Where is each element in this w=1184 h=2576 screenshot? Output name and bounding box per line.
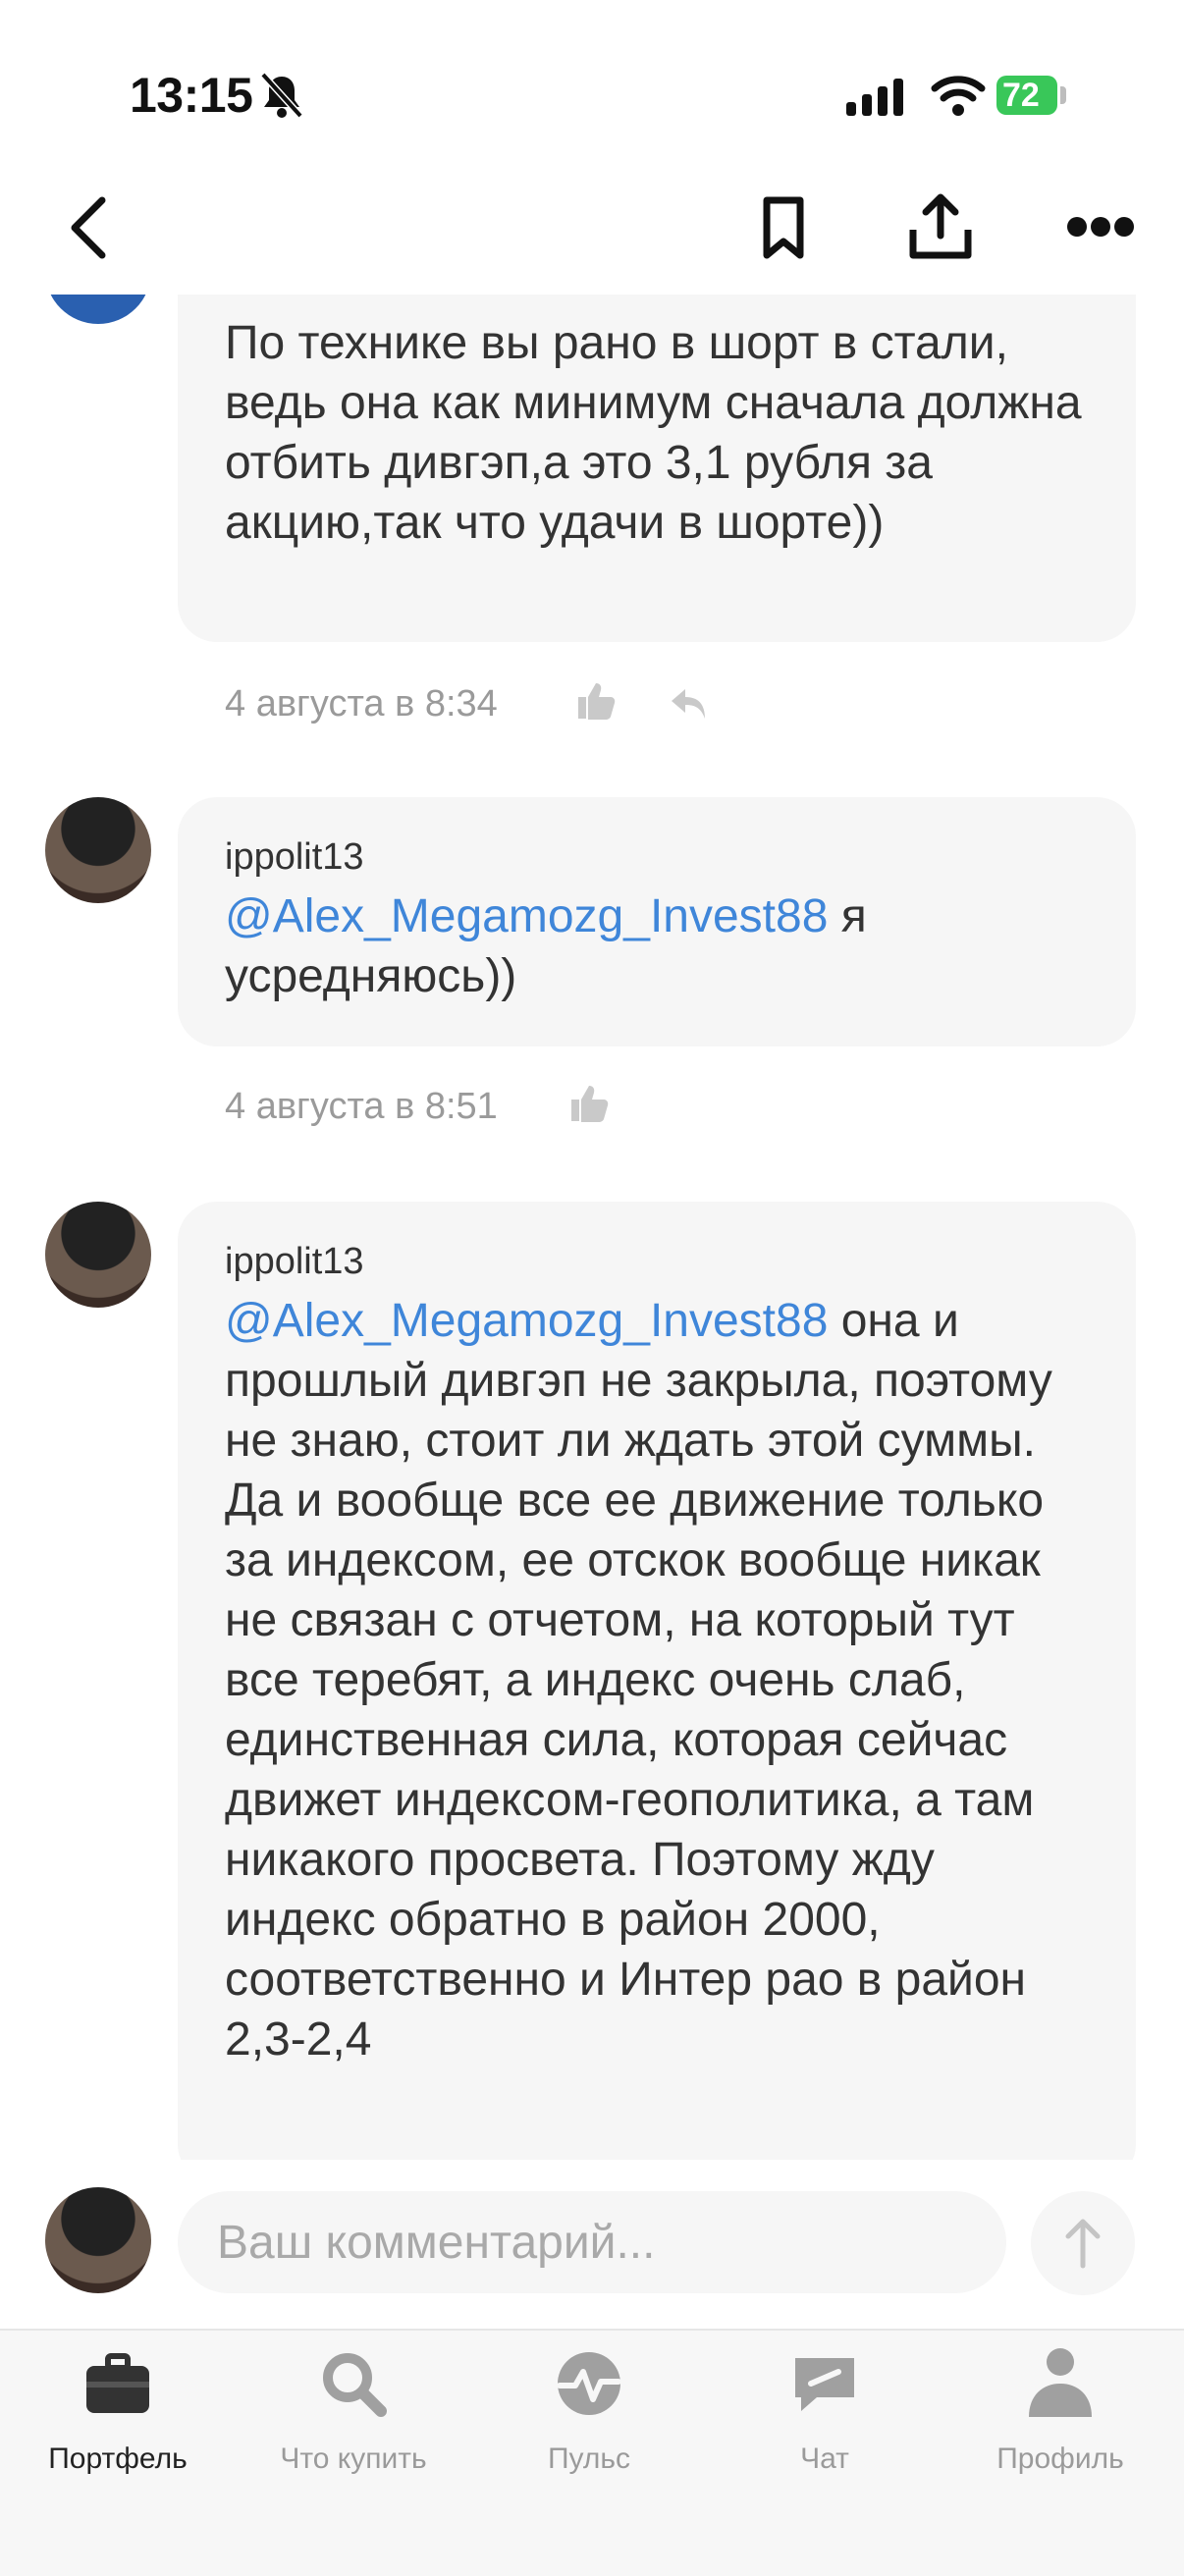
like-icon[interactable] — [574, 679, 618, 723]
wifi-icon — [931, 76, 986, 116]
battery-level: 72 — [996, 76, 1057, 115]
status-time: 13:15 — [130, 68, 253, 123]
bookmark-icon[interactable] — [761, 196, 806, 259]
tab-label: Профиль — [996, 2442, 1124, 2475]
comment-bubble: По технике вы рано в шорт в стали, ведь … — [178, 295, 1136, 642]
comment-bubble: ippolit13 @Alex_Megamozg_Invest88 она и … — [178, 1202, 1136, 2160]
bell-muted-icon — [260, 72, 303, 119]
comment-date: 4 августа в 8:51 — [225, 1086, 498, 1127]
avatar[interactable] — [45, 797, 151, 903]
search-icon — [323, 2353, 387, 2417]
profile-icon — [1029, 2348, 1092, 2417]
cellular-signal-icon — [846, 79, 903, 116]
my-avatar — [45, 2187, 151, 2293]
reply-icon[interactable] — [668, 685, 711, 724]
comment-date: 4 августа в 8:34 — [225, 683, 498, 724]
mention-link[interactable]: @Alex_Megamozg_Invest88 — [225, 890, 828, 942]
send-button[interactable] — [1031, 2191, 1135, 2295]
tab-label: Пульс — [547, 2442, 631, 2475]
tab-label: Портфель — [48, 2442, 188, 2475]
back-chevron-icon[interactable] — [67, 194, 110, 261]
comment-body: она и прошлый дивгэп не закрыла, поэтому… — [225, 1295, 1052, 2066]
comment-input[interactable] — [178, 2191, 1006, 2293]
tab-label: Что купить — [280, 2442, 427, 2475]
more-options-icon[interactable] — [1066, 212, 1135, 242]
pulse-icon — [557, 2352, 621, 2415]
like-icon[interactable] — [567, 1082, 611, 1125]
mention-link[interactable]: @Alex_Megamozg_Invest88 — [225, 1295, 828, 1347]
comment-text: По технике вы рано в шорт в стали, ведь … — [225, 317, 1082, 549]
comment-text: @Alex_Megamozg_Invest88 она и прошлый ди… — [225, 1291, 1089, 2069]
avatar[interactable] — [45, 1202, 151, 1308]
briefcase-icon — [86, 2353, 149, 2413]
comment-bubble: ippolit13 @Alex_Megamozg_Invest88 я усре… — [178, 797, 1136, 1046]
chat-icon — [795, 2358, 854, 2411]
battery-tip — [1060, 86, 1066, 104]
avatar[interactable] — [45, 295, 151, 324]
comments-list[interactable]: По технике вы рано в шорт в стали, ведь … — [0, 295, 1184, 2160]
tab-label: Чат — [800, 2442, 849, 2475]
comment-author[interactable]: ippolit13 — [225, 1241, 1089, 1283]
share-icon[interactable] — [908, 192, 973, 261]
comment-text: @Alex_Megamozg_Invest88 я усредняюсь)) — [225, 886, 1089, 1006]
comment-author[interactable]: ippolit13 — [225, 836, 1089, 879]
arrow-up-icon — [1065, 2219, 1101, 2269]
